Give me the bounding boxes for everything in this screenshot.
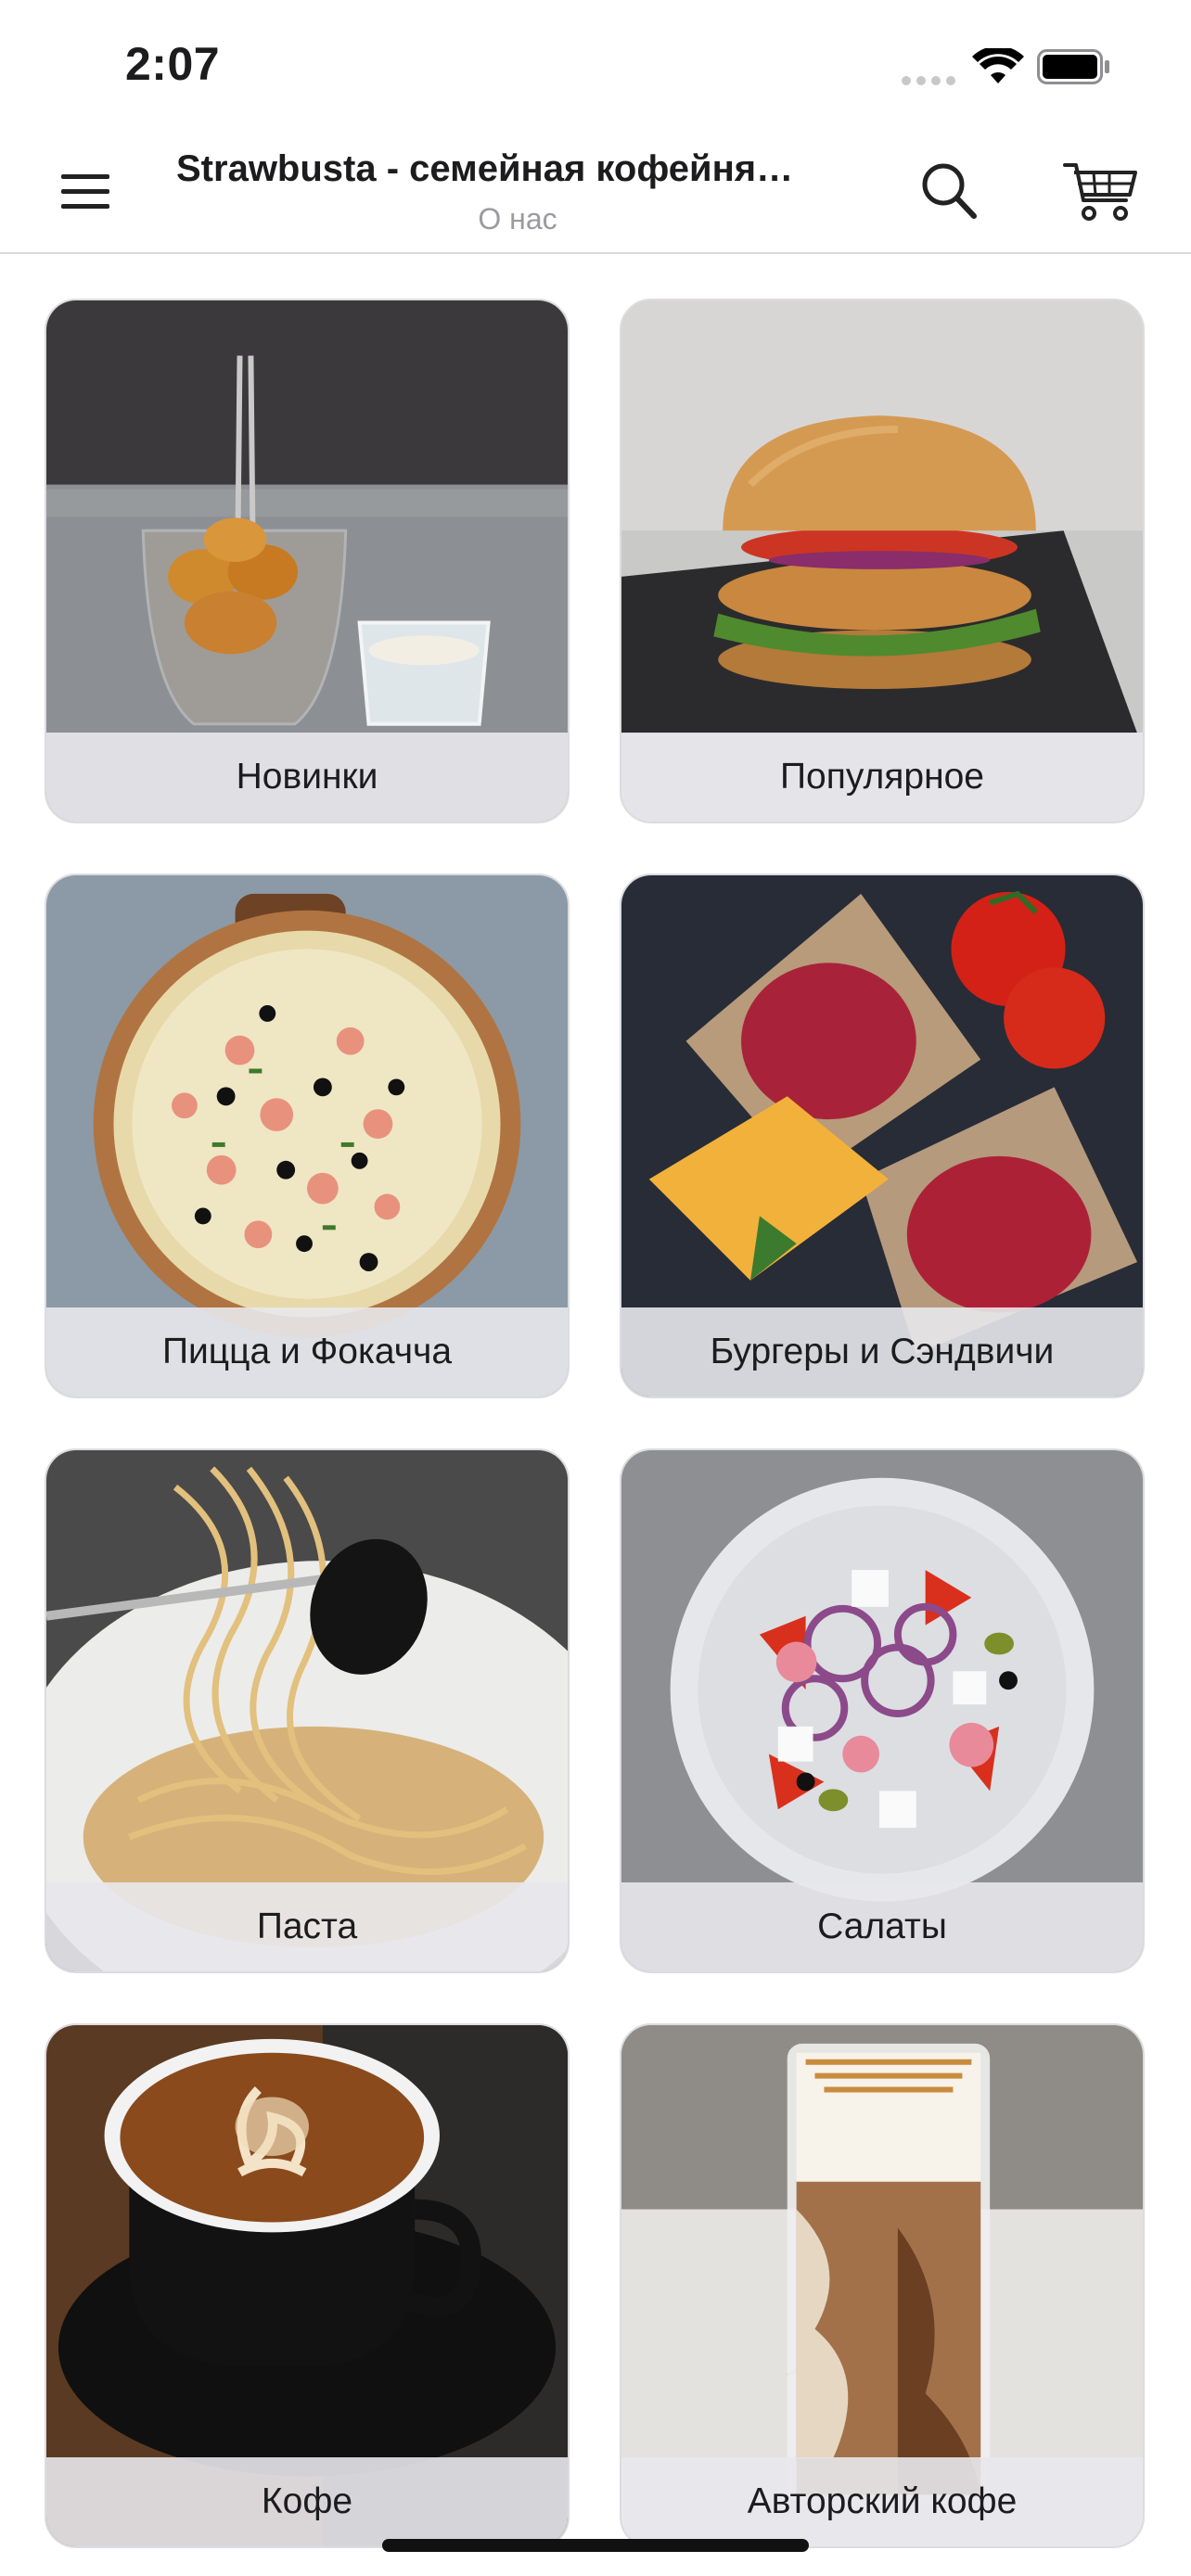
cellular-signal-icon: [902, 76, 957, 85]
cart-icon[interactable]: [1063, 158, 1139, 224]
home-indicator[interactable]: [382, 2539, 809, 2552]
category-tile-coffee[interactable]: Кофе: [45, 2023, 570, 2548]
category-tile-new[interactable]: Новинки: [45, 299, 570, 823]
category-tile-pasta[interactable]: Паста: [45, 1448, 570, 1973]
navigation-bar: Strawbusta - семейная кофейня… О нас: [0, 130, 1191, 254]
category-label: Кофе: [46, 2457, 568, 2546]
category-label: Авторский кофе: [621, 2457, 1143, 2546]
wifi-icon: [972, 48, 1024, 83]
category-tile-signature-coffee[interactable]: Авторский кофе: [620, 2023, 1145, 2548]
page-subtitle[interactable]: О нас: [176, 202, 859, 236]
category-tile-burgers[interactable]: Бургеры и Сэндвичи: [620, 874, 1145, 1398]
category-tile-popular[interactable]: Популярное: [620, 299, 1145, 823]
status-time: 2:07: [125, 38, 221, 90]
category-label: Новинки: [46, 733, 568, 822]
category-label: Паста: [46, 1882, 568, 1971]
category-label: Популярное: [621, 733, 1143, 822]
category-tile-salads[interactable]: Салаты: [620, 1448, 1145, 1973]
search-icon[interactable]: [916, 158, 981, 224]
page-title[interactable]: Strawbusta - семейная кофейня…: [176, 148, 863, 190]
battery-icon: [1037, 49, 1109, 84]
category-label: Салаты: [621, 1882, 1143, 1971]
status-bar: 2:07: [0, 0, 1191, 130]
category-label: Пицца и Фокачча: [46, 1307, 568, 1396]
category-label: Бургеры и Сэндвичи: [621, 1307, 1143, 1396]
category-tile-pizza[interactable]: Пицца и Фокачча: [45, 874, 570, 1398]
hamburger-menu-icon[interactable]: [56, 167, 117, 217]
